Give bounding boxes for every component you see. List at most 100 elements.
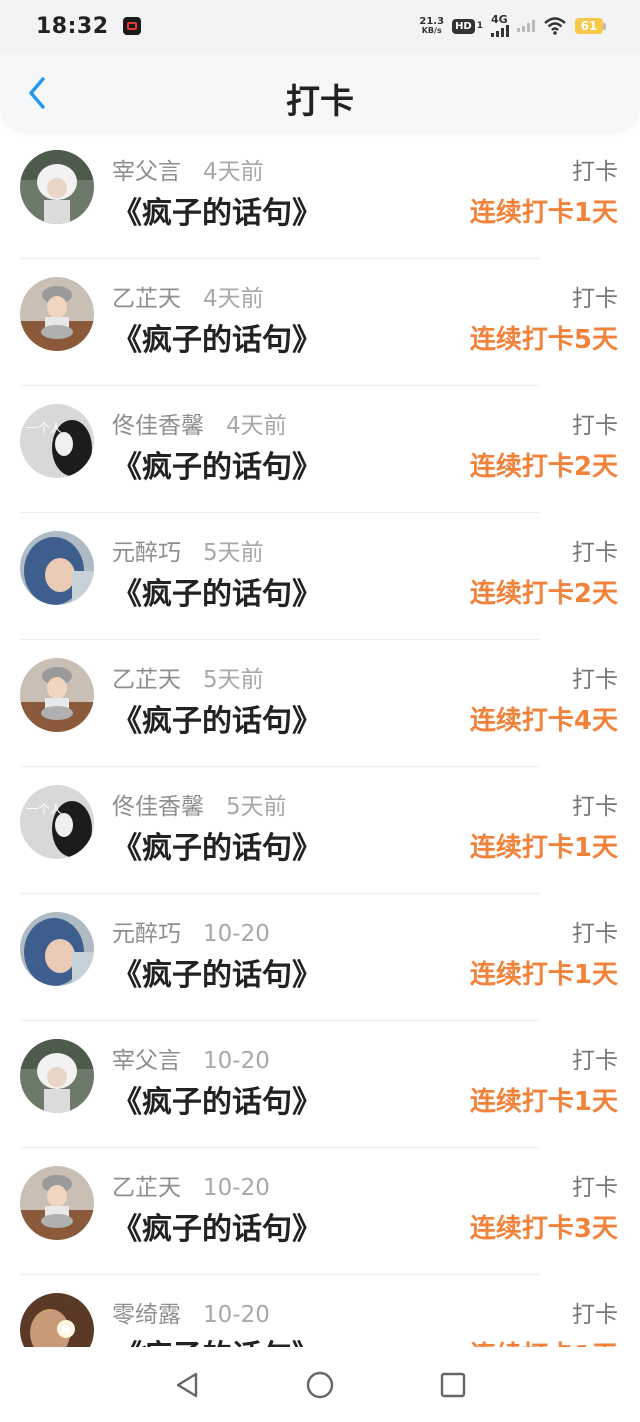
content-title[interactable]: 《疯子的话句》: [112, 442, 322, 486]
avatar[interactable]: [20, 1166, 94, 1240]
content-title[interactable]: 《疯子的话句》: [112, 823, 322, 867]
battery-icon: 61: [575, 18, 606, 34]
status-indicators: 21.3 KB/s HD 1 4G 61: [419, 13, 606, 37]
net-speed: 21.3 KB/s: [419, 16, 445, 36]
checkin-row[interactable]: 宰父言 4天前《疯子的话句》 打卡连续打卡1天: [0, 132, 640, 259]
user-name[interactable]: 宰父言: [112, 1041, 181, 1075]
avatar[interactable]: [20, 150, 94, 224]
avatar[interactable]: 一个人: [20, 785, 94, 859]
triangle-back-icon: [176, 1372, 197, 1397]
type-label: 打卡: [572, 159, 618, 185]
network-label: 4G: [491, 13, 508, 26]
content-title[interactable]: 《疯子的话句》: [112, 1204, 322, 1248]
streak-label: 连续打卡1天: [469, 198, 618, 228]
row-meta: 元醉巧 5天前: [112, 533, 264, 567]
type-label: 打卡: [572, 1048, 618, 1074]
streak-label: 连续打卡1天: [469, 1087, 618, 1117]
row-meta: 乙芷天 4天前: [112, 279, 264, 313]
net-speed-value: 21.3: [419, 16, 445, 27]
timestamp: 4天前: [226, 413, 287, 439]
checkin-list: 宰父言 4天前 《疯子的话句》 打卡 连续打卡1天 乙芷天 4天前 《疯子的话句》 打卡 连续打卡…: [0, 132, 640, 1347]
circle-home-icon: [306, 1371, 334, 1398]
checkin-row[interactable]: 宰父言 10-20 《疯子的话句》 打卡连续打卡1天: [0, 1021, 640, 1148]
streak-label: 连续打卡5天: [469, 325, 618, 355]
row-meta: 元醉巧 10-20: [112, 914, 270, 948]
content-title[interactable]: 《疯子的话句》: [112, 1331, 322, 1347]
status-bar: 18:32 21.3 KB/s HD 1 4G 61: [0, 0, 640, 52]
nav-recents-button[interactable]: [433, 1365, 473, 1405]
avatar[interactable]: [20, 277, 94, 351]
timestamp: 10-20: [203, 1175, 270, 1201]
battery-level: 61: [575, 18, 603, 34]
content-title[interactable]: 《疯子的话句》: [112, 696, 322, 740]
signal-bars-icon: [491, 25, 509, 37]
streak-label: 连续打卡3天: [469, 1214, 618, 1244]
user-name[interactable]: 佟佳香馨: [112, 406, 204, 440]
user-name[interactable]: 乙芷天: [112, 279, 181, 313]
content-title[interactable]: 《疯子的话句》: [112, 315, 322, 359]
content-title[interactable]: 《疯子的话句》: [112, 188, 322, 232]
checkin-row[interactable]: 元醉巧 5天前 《疯子的话句》 打卡 连续打卡2天: [0, 513, 640, 640]
checkin-row[interactable]: 乙芷天 10-20 《疯子的话句》 打卡 连续打卡3天: [0, 1148, 640, 1275]
checkin-row[interactable]: 一个人 佟佳香馨 5天前《疯子的话句》 打卡连续打卡1天: [0, 767, 640, 894]
streak-label: 连续打卡4天: [469, 706, 618, 736]
avatar[interactable]: [20, 1039, 94, 1113]
avatar-overlay-text: 一个人: [26, 421, 62, 435]
streak-label: 连续打卡1天: [469, 833, 618, 863]
nav-home-button[interactable]: [300, 1365, 340, 1405]
avatar[interactable]: [20, 531, 94, 605]
header-bar: 打卡: [0, 52, 640, 132]
type-label: 打卡: [572, 1302, 618, 1328]
row-meta: 佟佳香馨 4天前: [112, 406, 287, 440]
checkin-row[interactable]: 一个人 佟佳香馨 4天前《疯子的话句》 打卡连续打卡2天: [0, 386, 640, 513]
avatar[interactable]: 一个人: [20, 404, 94, 478]
nav-back-button[interactable]: [167, 1365, 207, 1405]
checkin-row[interactable]: 乙芷天 5天前 《疯子的话句》 打卡 连续打卡4天: [0, 640, 640, 767]
hd-icon: HD: [452, 18, 475, 34]
user-name[interactable]: 元醉巧: [112, 533, 181, 567]
avatar-overlay-text: 一个人: [26, 802, 62, 816]
content-title[interactable]: 《疯子的话句》: [112, 950, 322, 994]
streak-label: 连续打卡2天: [469, 452, 618, 482]
system-nav-bar: [0, 1347, 640, 1422]
user-name[interactable]: 乙芷天: [112, 660, 181, 694]
timestamp: 5天前: [226, 794, 287, 820]
user-name[interactable]: 零绮露: [112, 1295, 181, 1329]
hd-sub: 1: [476, 21, 483, 31]
wifi-icon: [543, 17, 567, 35]
type-label: 打卡: [572, 286, 618, 312]
row-meta: 宰父言 4天前: [112, 152, 264, 186]
network-4g: 4G: [491, 13, 509, 37]
content-title[interactable]: 《疯子的话句》: [112, 1077, 322, 1121]
avatar[interactable]: [20, 912, 94, 986]
page-title: 打卡: [286, 82, 354, 122]
timestamp: 10-20: [203, 1302, 270, 1328]
user-name[interactable]: 乙芷天: [112, 1168, 181, 1202]
signal-bars-2-icon: [517, 20, 535, 32]
checkin-row[interactable]: 元醉巧 10-20 《疯子的话句》 打卡 连续打卡1天: [0, 894, 640, 1021]
avatar[interactable]: [20, 658, 94, 732]
streak-label: 连续打卡1天: [470, 1335, 618, 1347]
net-speed-unit: KB/s: [421, 26, 442, 35]
battery-tip: [603, 22, 606, 30]
avatar[interactable]: [20, 1293, 94, 1347]
timestamp: 4天前: [203, 159, 264, 185]
row-meta: 零绮露 10-20: [112, 1295, 270, 1329]
timestamp: 10-20: [203, 921, 270, 947]
content-title[interactable]: 《疯子的话句》: [112, 569, 322, 613]
timestamp: 5天前: [203, 667, 264, 693]
timestamp: 5天前: [203, 540, 264, 566]
streak-label: 连续打卡2天: [469, 579, 618, 609]
row-meta: 乙芷天 5天前: [112, 660, 264, 694]
screen-record-icon: [122, 17, 141, 35]
user-name[interactable]: 元醉巧: [112, 914, 181, 948]
square-recents-icon: [441, 1372, 466, 1397]
timestamp: 10-20: [203, 1048, 270, 1074]
user-name[interactable]: 佟佳香馨: [112, 787, 204, 821]
checkin-row[interactable]: 乙芷天 4天前 《疯子的话句》 打卡连续打卡5天: [0, 259, 640, 386]
type-label: 打卡: [572, 794, 618, 820]
checkin-row[interactable]: 零绮露 10-20 《疯子的话句》 打卡连续打卡1天: [0, 1275, 640, 1347]
streak-label: 连续打卡1天: [469, 960, 618, 990]
type-label: 打卡: [572, 413, 618, 439]
user-name[interactable]: 宰父言: [112, 152, 181, 186]
